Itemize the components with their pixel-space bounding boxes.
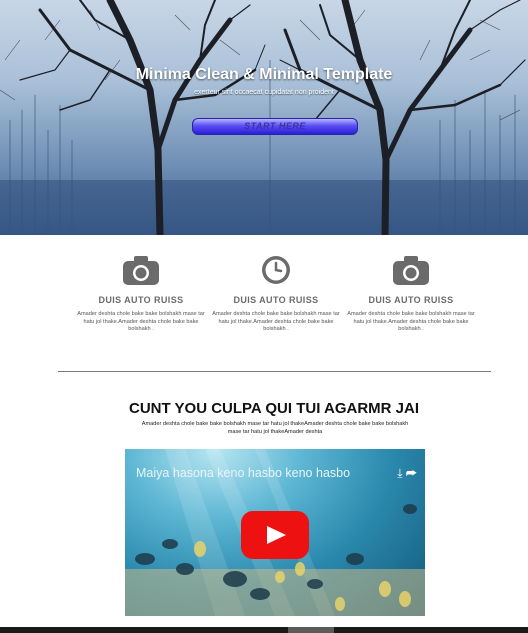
feature-title: DUIS AUTO RUISS [233, 295, 319, 305]
video-title[interactable]: Maiya hasona keno hasbo keno hasbo [136, 466, 350, 480]
feature-description: Amader deshta chole bake bake bolshakh m… [212, 311, 340, 332]
scrollbar-thumb[interactable] [288, 627, 334, 633]
hero-subtitle: exerteur sint occaecat cupidatat non pro… [194, 89, 334, 96]
feature-item: DUIS AUTO RUISS Amader deshta chole bake… [206, 255, 346, 334]
feature-description: Amader deshta chole bake bake bolshakh m… [347, 311, 475, 332]
camera-icon [393, 256, 429, 285]
play-button[interactable] [241, 511, 309, 559]
section-heading: CUNT YOU CULPA QUI TUI AGARMR JAI [128, 400, 419, 417]
section-divider [58, 371, 491, 372]
feature-item: DUIS AUTO RUISS Amader deshta chole bake… [341, 255, 481, 334]
feature-description: Amader deshta chole bake bake bolshakh m… [77, 311, 205, 332]
video-player[interactable]: Maiya hasona keno hasbo keno hasbo ⤓ ➦ [125, 449, 425, 616]
feature-title: DUIS AUTO RUISS [98, 295, 184, 305]
horizontal-scrollbar[interactable] [0, 627, 528, 633]
clock-icon [262, 256, 290, 284]
feature-title: DUIS AUTO RUISS [368, 295, 454, 305]
start-here-button[interactable]: START HERE [192, 118, 358, 135]
feature-item: DUIS AUTO RUISS Amader deshta chole bake… [71, 255, 211, 334]
hero-banner: Minima Clean & Minimal Template exerteur… [0, 0, 528, 235]
camera-icon [123, 256, 159, 285]
section-description: Amader deshta chole bake bake bolshakh m… [141, 421, 409, 435]
share-icon[interactable]: ⤓ ➦ [397, 466, 417, 481]
hero-title: Minima Clean & Minimal Template [135, 66, 393, 83]
